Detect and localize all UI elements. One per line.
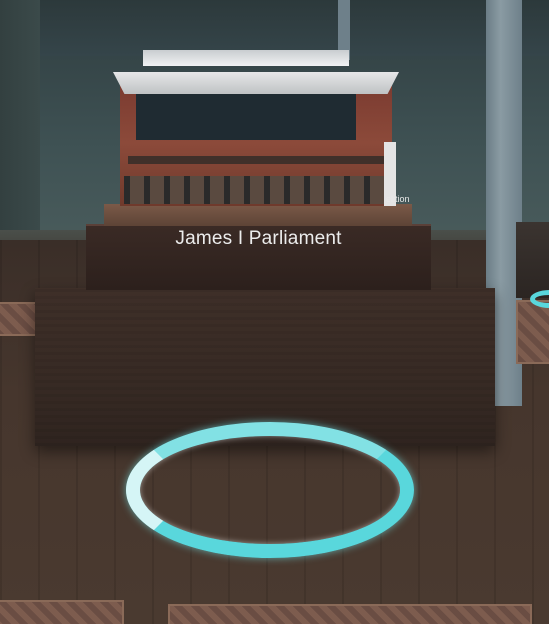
model-plinth: [104, 204, 412, 226]
parliament-model-roof: [113, 72, 399, 94]
rug-bottom-left: [0, 600, 124, 624]
teleport-ring[interactable]: [126, 422, 414, 558]
vr-museum-scene: elition James I Parliament: [0, 0, 549, 624]
parliament-model-window: [136, 92, 356, 140]
exhibit-label: James I Parliament: [175, 228, 342, 249]
parliament-model-benches: [124, 176, 384, 204]
ceiling-beam: [40, 0, 549, 56]
model-sign-text: elition: [386, 194, 410, 204]
rug-left: [0, 302, 38, 336]
left-wall: [0, 0, 40, 260]
rug-right: [516, 300, 549, 364]
side-exhibit-shelf: [516, 222, 549, 298]
rug-bottom: [168, 604, 532, 624]
parliament-model-rail: [128, 156, 384, 164]
parliament-model-roof-top: [143, 50, 349, 66]
